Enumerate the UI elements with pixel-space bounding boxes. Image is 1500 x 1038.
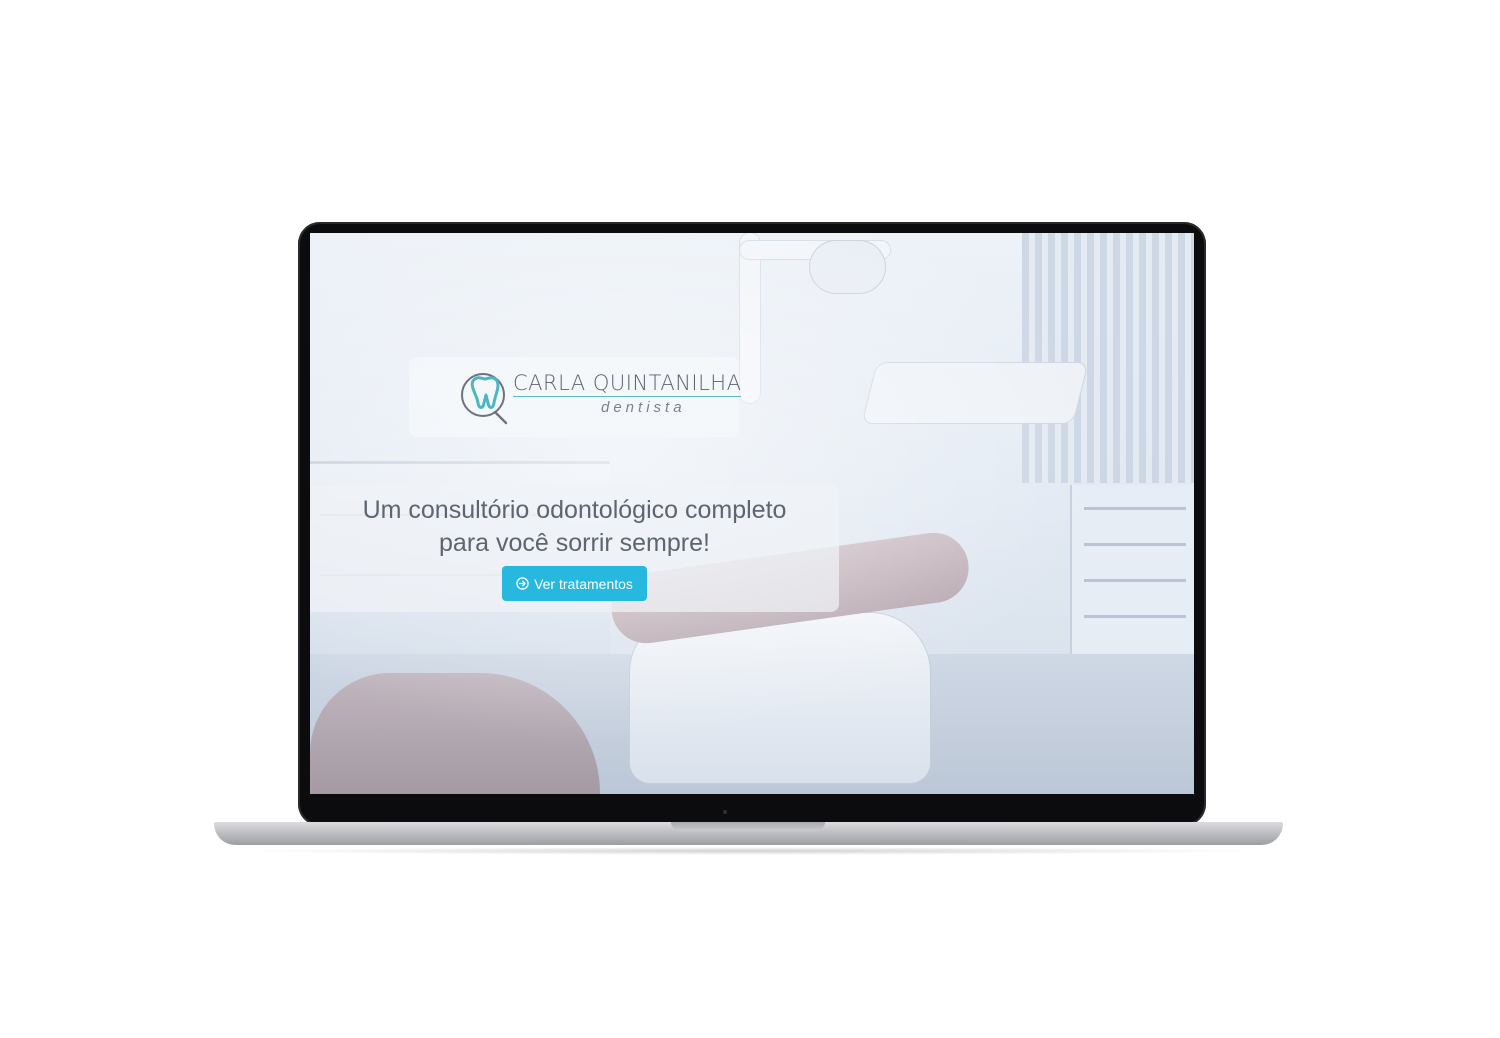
laptop-notch (671, 822, 825, 831)
view-treatments-label: Ver tratamentos (534, 575, 633, 592)
hero-headline-line2: para você sorrir sempre! (439, 529, 710, 557)
laptop-shadow (230, 847, 1270, 855)
logo-card[interactable]: CARLA QUINTANILHA dentista (409, 357, 742, 437)
hero-headline-line1: Um consultório odontológico completo (362, 496, 787, 524)
webcam (723, 810, 727, 814)
hero-card: Um consultório odontológico completo par… (310, 485, 839, 612)
logo-name: CARLA QUINTANILHA (513, 371, 742, 397)
tooth-logo-icon (461, 373, 508, 425)
view-treatments-button[interactable]: Ver tratamentos (502, 566, 647, 601)
logo-subtitle: dentista (601, 399, 686, 416)
hero-headline: Um consultório odontológico completo par… (310, 494, 839, 560)
arrow-circle-right-icon (516, 577, 529, 590)
laptop-screen: CARLA QUINTANILHA dentista Um consultóri… (310, 233, 1194, 794)
